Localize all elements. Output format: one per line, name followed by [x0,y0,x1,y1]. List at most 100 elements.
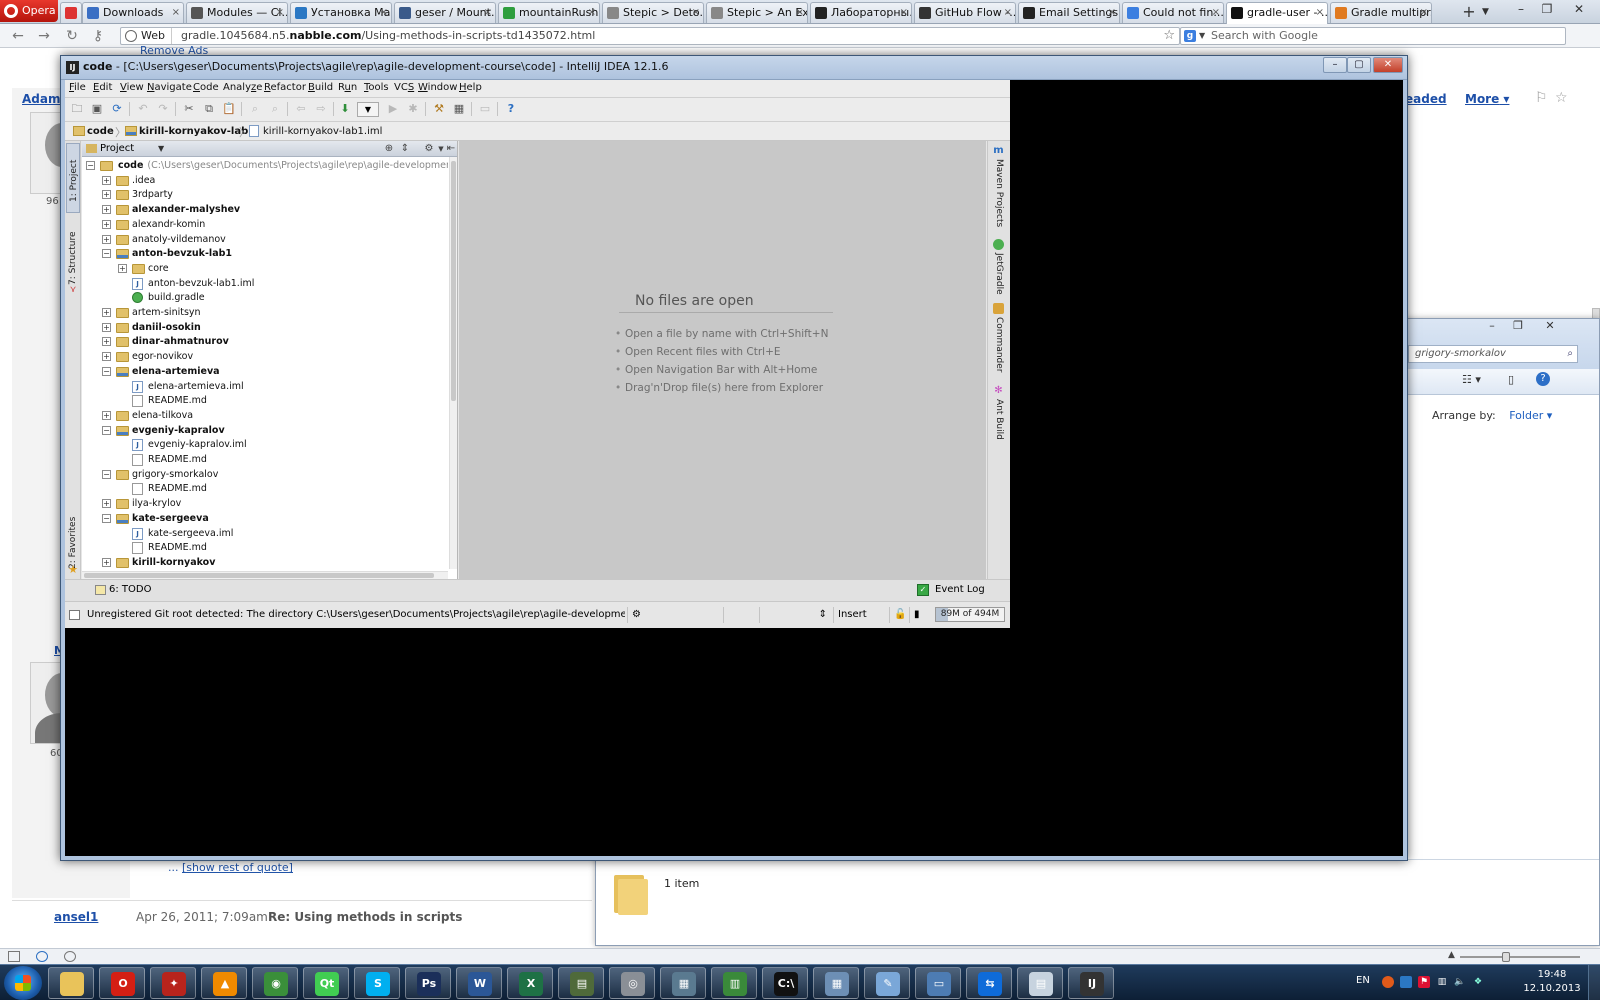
tree-item[interactable]: − grigory-smorkalov [82,467,448,482]
debug-icon[interactable]: ✱ [405,101,421,117]
breadcrumb-module[interactable]: kirill-kornyakov-lab1 [123,124,255,139]
tab-commander[interactable]: Commander [992,317,1006,373]
expand-icon[interactable]: + [102,308,111,317]
redo-icon[interactable]: ↷ [155,101,171,117]
tab-close-icon[interactable]: × [172,3,180,23]
tab-6[interactable]: mountainRush × [498,2,600,23]
tab-close-icon[interactable]: × [484,3,492,23]
tab-close-icon[interactable]: × [588,3,596,23]
avast-app-button[interactable]: ▲ [201,967,247,999]
tree-item[interactable]: + egor-novikov [82,349,448,364]
menu-analyze[interactable]: Analyze [223,82,262,93]
tab-close-icon[interactable]: × [796,3,804,23]
tree-item[interactable]: Jevgeniy-kapralov.iml [82,437,448,452]
tree-item[interactable]: − kate-sergeeva [82,511,448,526]
collapse-icon[interactable]: − [102,469,111,479]
forward-arrow-icon[interactable]: → [34,27,54,45]
tab-close-icon[interactable]: × [692,3,700,23]
tab-project[interactable]: 1: Project [66,143,80,213]
tab-close-icon[interactable]: × [1212,3,1220,23]
explorer-window-app-button[interactable]: ▤ [1017,967,1063,999]
panel-toggle-icon[interactable] [8,951,20,962]
tree-item[interactable]: Jelena-artemieva.iml [82,379,448,394]
scroll-up-icon[interactable]: ▲ [1448,950,1455,960]
lock-icon[interactable]: 🔓 [889,607,909,623]
tree-item[interactable]: + .idea [82,173,448,188]
qt-app-button[interactable]: Qt [303,967,349,999]
language-indicator[interactable]: EN [1356,975,1370,986]
tab-close-icon[interactable]: × [1316,3,1324,23]
tab-8[interactable]: Stepic > An Ex...× [706,2,808,23]
explorer-search-input[interactable]: grigory-smorkalov ⌕ [1408,345,1578,363]
tree-item[interactable]: + artem-sinitsyn [82,305,448,320]
key-icon[interactable]: ⚷ [88,27,108,45]
expand-icon[interactable]: + [102,557,111,567]
minimize-icon[interactable]: – [1323,57,1347,73]
new-tab-button[interactable]: + [1460,3,1478,21]
menu-help[interactable]: Help [459,82,482,93]
menu-window[interactable]: Window [418,82,457,93]
menu-build[interactable]: Build [308,82,333,93]
close-icon[interactable]: ✕ [1373,57,1403,73]
tree-item[interactable]: − evgeniy-kapralov [82,423,448,438]
network-icon[interactable]: ▥ [1436,976,1448,988]
collapse-icon[interactable]: − [102,425,111,435]
reload-icon[interactable]: ↻ [62,27,82,45]
menu-code[interactable]: Code [193,82,219,93]
tab-1[interactable] [60,2,82,23]
clock[interactable]: 19:48 12.10.2013 [1520,968,1584,996]
close-icon[interactable]: ✕ [1562,0,1596,18]
tab-9[interactable]: Лабораторны... × [810,2,912,23]
post-author-link[interactable]: ansel1 [54,910,98,924]
tree-item[interactable]: README.md [82,452,448,467]
web-mode-badge[interactable]: Web [121,28,172,44]
start-button[interactable] [4,966,42,1000]
tab-list-chevron-icon[interactable]: ▼ [1482,3,1496,21]
tab-structure[interactable]: 7: Structure [66,227,80,291]
dropbox-icon[interactable]: ❖ [1472,976,1484,988]
game-app-button[interactable]: ✦ [150,967,196,999]
collapse-icon[interactable]: − [102,513,111,523]
tab-3[interactable]: Modules — Cl... × [186,2,288,23]
tab-close-icon[interactable]: × [900,3,908,23]
project-horizontal-scrollbar[interactable] [82,571,448,579]
more-link[interactable]: More ▾ [1465,92,1509,106]
excel-app-button[interactable]: X [507,967,553,999]
tab-maven-projects[interactable]: Maven Projects [992,159,1006,227]
chart-app-button[interactable]: ▥ [711,967,757,999]
expand-icon[interactable]: + [102,352,111,362]
expand-icon[interactable]: + [102,175,111,185]
post-title[interactable]: Re: Using methods in scripts [268,910,462,924]
tree-item[interactable]: Jkate-sergeeva.iml [82,526,448,541]
tree-item[interactable]: +3rdparty [82,187,448,202]
zoom-slider[interactable] [1460,956,1580,958]
sync-icon[interactable]: ⟳ [109,101,125,117]
menu-vcs[interactable]: VCS [394,82,414,93]
tab-13[interactable]: gradle-user - ... × [1226,2,1328,24]
expand-icon[interactable]: + [102,499,111,509]
back-arrow-icon[interactable]: ← [8,27,28,45]
memory-indicator[interactable]: 89M of 494M [935,607,1005,622]
display-app-button[interactable]: ▭ [915,967,961,999]
copy-icon[interactable]: ⧉ [201,101,217,117]
avatar[interactable] [30,662,64,744]
tab-close-icon[interactable]: × [1108,3,1116,23]
scrollbar-thumb[interactable] [451,161,456,401]
event-log-button[interactable]: ✓ Event Log [917,584,985,596]
arrange-by-dropdown[interactable]: Folder ▾ [1509,409,1552,422]
zoom-slider-knob[interactable] [1502,952,1510,962]
url-input[interactable]: Web gradle.1045684.n5.nabble.com/Using-m… [120,27,1180,45]
tab-11[interactable]: Email Settings × [1018,2,1120,23]
undo-icon[interactable]: ↶ [135,101,151,117]
insert-mode[interactable]: Insert [833,607,889,623]
view-options-icon[interactable]: ☷ ▾ [1462,373,1481,386]
photoshop-app-button[interactable]: Ps [405,967,451,999]
tab-jetgradle[interactable]: JetGradle [992,253,1006,295]
scroll-from-source-icon[interactable]: ⊕ [382,141,396,157]
tab-close-icon[interactable]: × [380,3,388,23]
restore-icon[interactable]: ❐ [1506,319,1530,335]
expand-icon[interactable]: + [102,337,111,347]
tree-item[interactable]: + kirill-kornyakov [82,555,448,569]
tab-2[interactable]: Downloads × [82,2,184,23]
preview-pane-icon[interactable]: ▯ [1508,373,1514,386]
